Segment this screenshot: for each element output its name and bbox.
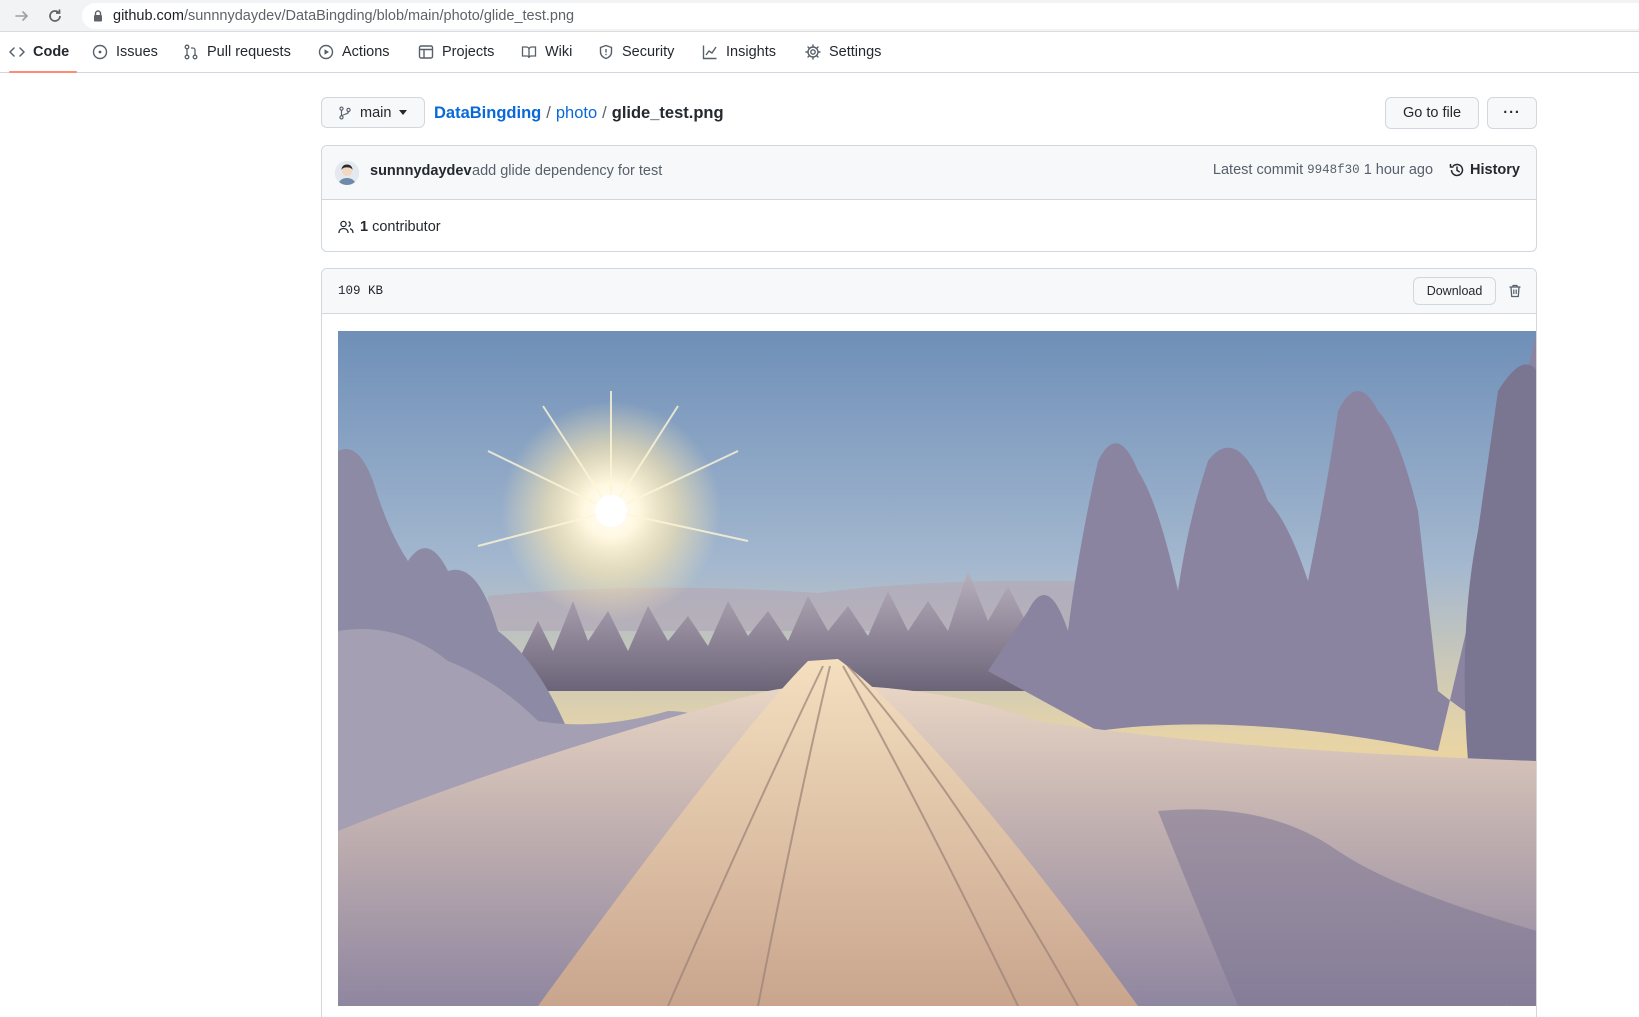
tab-actions[interactable]: Actions	[318, 32, 390, 72]
file-viewer: 109 KB Download CSDN @dev晴天	[321, 268, 1537, 1017]
commit-message-link[interactable]: add glide dependency for test	[472, 163, 662, 179]
watermark: CSDN @dev晴天	[1419, 1006, 1524, 1017]
url-path: /sunnnydaydev/DataBingding/blob/main/pho…	[183, 8, 575, 24]
git-branch-icon	[339, 105, 351, 120]
commit-author-link[interactable]: sunnnydaydev	[370, 163, 472, 179]
book-icon	[521, 46, 537, 59]
reload-icon	[49, 9, 61, 22]
history-link[interactable]: History	[1449, 162, 1520, 178]
avatar[interactable]	[335, 161, 359, 185]
people-icon	[338, 220, 354, 234]
tab-label: Settings	[829, 44, 882, 60]
tab-label: Actions	[342, 44, 390, 60]
arrow-right-icon	[15, 11, 29, 21]
pull-request-icon	[184, 44, 198, 60]
tab-projects[interactable]: Projects	[418, 32, 494, 72]
go-to-file-label: Go to file	[1402, 105, 1462, 121]
tab-settings[interactable]: Settings	[805, 32, 881, 72]
breadcrumb: DataBingding / photo / glide_test.png	[434, 101, 724, 125]
commit-info-box: sunnnydaydev add glide dependency for te…	[321, 145, 1537, 252]
history-icon	[1449, 163, 1464, 177]
avatar-image	[335, 161, 359, 185]
url-host: github.com	[113, 8, 184, 24]
file-size: 109 KB	[338, 284, 384, 298]
kebab-horizontal-icon: ···	[1503, 105, 1521, 121]
commit-sha-link[interactable]: 9948f30	[1307, 163, 1360, 177]
address-bar[interactable]: github.com/sunnnydaydev/DataBingding/blo…	[82, 3, 1639, 29]
play-icon	[318, 44, 334, 60]
table-icon	[418, 45, 434, 59]
code-icon	[9, 47, 25, 57]
tab-label: Insights	[726, 44, 776, 60]
forward-button[interactable]	[10, 4, 34, 28]
more-options-button[interactable]: ···	[1487, 97, 1537, 129]
tab-label: Issues	[116, 44, 158, 60]
issue-icon	[92, 44, 108, 60]
go-to-file-button[interactable]: Go to file	[1385, 97, 1479, 129]
latest-commit-label: Latest commit	[1212, 162, 1304, 178]
file-header: 109 KB Download	[322, 269, 1536, 314]
breadcrumb-dir-link[interactable]: photo	[556, 104, 597, 123]
contributor-label: contributor	[372, 219, 441, 235]
tab-wiki[interactable]: Wiki	[521, 32, 572, 72]
commit-header: sunnnydaydev add glide dependency for te…	[322, 146, 1536, 200]
graph-icon	[702, 45, 717, 60]
contributor-count: 1	[360, 219, 369, 235]
download-button[interactable]: Download	[1413, 277, 1496, 305]
tab-label: Pull requests	[207, 44, 291, 60]
tab-pull-requests[interactable]: Pull requests	[183, 32, 291, 72]
history-label: History	[1470, 162, 1520, 178]
breadcrumb-separator: /	[546, 103, 551, 122]
tab-issues[interactable]: Issues	[92, 32, 158, 72]
tab-label: Wiki	[545, 44, 573, 60]
tab-insights[interactable]: Insights	[702, 32, 776, 72]
shield-icon	[599, 44, 613, 60]
reload-button[interactable]	[43, 4, 67, 28]
commit-meta: Latest commit 9948f30 1 hour ago History	[1213, 162, 1520, 178]
browser-toolbar: github.com/sunnnydaydev/DataBingding/blo…	[0, 0, 1639, 32]
image-preview	[338, 331, 1536, 1006]
branch-name: main	[360, 104, 392, 121]
breadcrumb-repo-link[interactable]: DataBingding	[434, 104, 541, 123]
tab-security[interactable]: Security	[598, 32, 674, 72]
tab-code[interactable]: Code	[9, 32, 78, 73]
repo-tabs: Code Issues Pull requests Actions Projec…	[0, 32, 1639, 73]
lock-icon	[94, 10, 102, 22]
breadcrumb-file-name: glide_test.png	[611, 103, 724, 122]
commit-time: 1 hour ago	[1363, 162, 1434, 178]
contributors[interactable]: 1 contributor	[338, 219, 441, 235]
tab-label: Security	[622, 44, 675, 60]
caret-down-icon	[399, 110, 408, 115]
branch-select-button[interactable]: main	[321, 97, 425, 128]
tab-label: Code	[33, 44, 70, 60]
breadcrumb-separator: /	[602, 103, 607, 122]
gear-icon	[805, 44, 821, 60]
trash-icon[interactable]	[1507, 283, 1523, 299]
tab-label: Projects	[442, 44, 495, 60]
download-label: Download	[1426, 284, 1483, 298]
